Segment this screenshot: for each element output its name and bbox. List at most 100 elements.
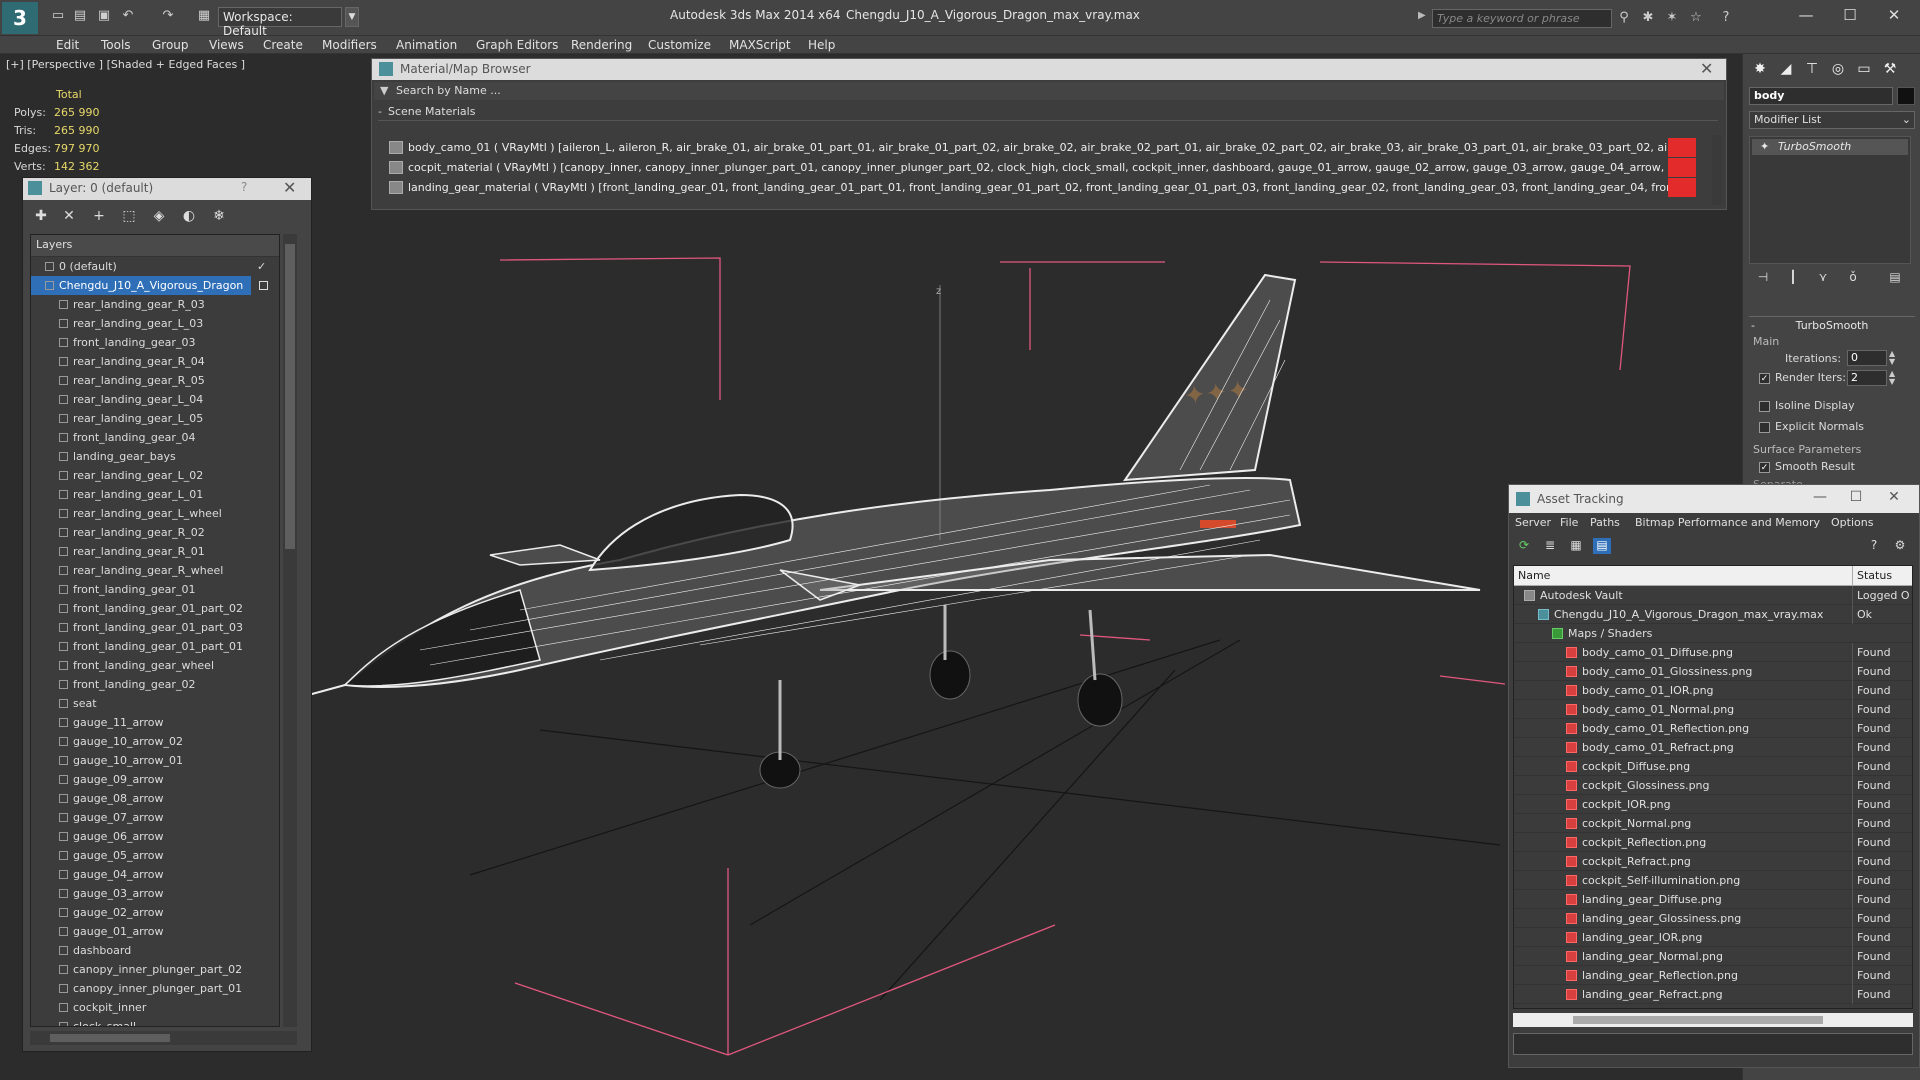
asset-tracking-titlebar[interactable]: Asset Tracking — ☐ ✕	[1509, 485, 1919, 513]
asset-row[interactable]: body_camo_01_Reflection.png Found	[1514, 719, 1912, 738]
asset-path-field[interactable]	[1513, 1033, 1913, 1055]
layer-object-item[interactable]: rear_landing_gear_R_04	[31, 352, 277, 371]
motion-tab-icon[interactable]: ◎	[1827, 58, 1849, 80]
layer-object-item[interactable]: rear_landing_gear_L_05	[31, 409, 277, 428]
new-file-icon[interactable]: ▭	[50, 8, 66, 24]
layer-object-item[interactable]: gauge_03_arrow	[31, 884, 277, 903]
chevron-down-icon[interactable]: ▼	[345, 7, 359, 27]
layer-object-item[interactable]: gauge_05_arrow	[31, 846, 277, 865]
utilities-tab-icon[interactable]: ⚒	[1879, 58, 1901, 80]
layer-object-item[interactable]: landing_gear_bays	[31, 447, 277, 466]
project-folder-icon[interactable]: ▦	[196, 8, 212, 24]
menu-modifiers[interactable]: Modifiers	[322, 36, 377, 54]
layer-object-item[interactable]: front_landing_gear_04	[31, 428, 277, 447]
add-to-layer-icon[interactable]: +	[89, 206, 109, 226]
favorites-star-icon[interactable]: ☆	[1688, 10, 1704, 26]
settings-icon[interactable]: ⚙	[1891, 538, 1909, 554]
layer-panel-titlebar[interactable]: Layer: 0 (default) ? ✕	[23, 178, 311, 200]
list-view-icon[interactable]: ≣	[1541, 538, 1559, 554]
scene-materials-header[interactable]: - Scene Materials	[378, 105, 1718, 121]
modifier-stack-item[interactable]: ✦ TurboSmooth	[1752, 139, 1908, 155]
layer-tree[interactable]: Layers 0 (default) ✓ Chengdu_J10_A_Vigorou…	[30, 234, 280, 1027]
render-iters-checkbox[interactable]: ✓	[1759, 373, 1770, 384]
smooth-result-checkbox[interactable]: ✓	[1759, 462, 1770, 473]
highlight-layer-icon[interactable]: ◈	[149, 206, 169, 226]
hide-all-layers-icon[interactable]: ◐	[179, 206, 199, 226]
freeze-all-layers-icon[interactable]: ❄	[209, 206, 229, 226]
layer-object-item[interactable]: rear_landing_gear_R_wheel	[31, 561, 277, 580]
layer-object-item[interactable]: front_landing_gear_01_part_02	[31, 599, 277, 618]
menu-maxscript[interactable]: MAXScript	[729, 36, 791, 54]
asset-table[interactable]: Name Status Autodesk Vault Logged O Chengd…	[1513, 565, 1913, 1009]
layer-object-item[interactable]: rear_landing_gear_L_02	[31, 466, 277, 485]
layer-object-item[interactable]: rear_landing_gear_R_05	[31, 371, 277, 390]
open-file-icon[interactable]: ▤	[72, 8, 88, 24]
menu-file[interactable]: File	[1560, 516, 1578, 529]
layer-object-item[interactable]: dashboard	[31, 941, 277, 960]
layer-object-item[interactable]: gauge_10_arrow_01	[31, 751, 277, 770]
subscription-icon[interactable]: ✱	[1640, 10, 1656, 26]
asset-row[interactable]: landing_gear_Reflection.png Found	[1514, 966, 1912, 985]
asset-row[interactable]: body_camo_01_Normal.png Found	[1514, 700, 1912, 719]
layer-object-item[interactable]: front_landing_gear_02	[31, 675, 277, 694]
object-color-swatch[interactable]	[1897, 87, 1915, 105]
create-layer-icon[interactable]: ✚	[31, 206, 51, 226]
turbosmooth-rollout-header[interactable]: - TurboSmooth	[1749, 316, 1915, 334]
material-browser-titlebar[interactable]: Material/Map Browser ✕	[372, 59, 1726, 80]
search-input[interactable]: Type a keyword or phrase	[1432, 9, 1612, 28]
spinner-arrows-icon[interactable]: ▲ ▼	[1889, 350, 1895, 366]
layer-object-item[interactable]: front_landing_gear_03	[31, 333, 277, 352]
undo-icon[interactable]: ↶	[120, 8, 136, 24]
render-iters-spinner[interactable]: 2	[1847, 370, 1887, 386]
material-row[interactable]: landing_gear_material ( VRayMtl ) [front…	[386, 178, 1696, 197]
isoline-display-checkbox[interactable]	[1759, 401, 1770, 412]
layer-object-item[interactable]: gauge_09_arrow	[31, 770, 277, 789]
layer-object-item[interactable]: front_landing_gear_01_part_03	[31, 618, 277, 637]
layer-vertical-scrollbar[interactable]	[283, 234, 297, 1027]
layer-object-item[interactable]: gauge_02_arrow	[31, 903, 277, 922]
layer-object-item[interactable]: gauge_06_arrow	[31, 827, 277, 846]
asset-row[interactable]: cockpit_Reflection.png Found	[1514, 833, 1912, 852]
create-tab-icon[interactable]: ✸	[1749, 58, 1771, 80]
layer-object-item[interactable]: canopy_inner_plunger_part_02	[31, 960, 277, 979]
object-name-field[interactable]: body	[1749, 87, 1893, 105]
refresh-icon[interactable]: ⟳	[1515, 538, 1533, 554]
name-column-header[interactable]: Name	[1518, 569, 1550, 582]
workspace-dropdown[interactable]: Workspace: Default	[218, 7, 342, 38]
delete-layer-icon[interactable]: ✕	[59, 206, 79, 226]
asset-horizontal-scrollbar[interactable]	[1513, 1013, 1913, 1027]
iterations-spinner[interactable]: 0	[1847, 350, 1887, 366]
collapse-icon[interactable]: -	[378, 105, 382, 118]
layer-object-item[interactable]: rear_landing_gear_R_02	[31, 523, 277, 542]
material-scrollbar[interactable]	[1712, 135, 1722, 205]
material-row[interactable]: body_camo_01 ( VRayMtl ) [aileron_L, ail…	[386, 138, 1696, 157]
close-icon[interactable]: ✕	[1879, 489, 1909, 509]
menu-paths[interactable]: Paths	[1590, 516, 1620, 529]
remove-modifier-icon[interactable]: ǒ	[1843, 270, 1863, 288]
close-icon[interactable]: ✕	[1874, 4, 1914, 26]
layer-object-item[interactable]: seat	[31, 694, 277, 713]
layer-object-item[interactable]: gauge_08_arrow	[31, 789, 277, 808]
menu-tools[interactable]: Tools	[101, 36, 131, 54]
hierarchy-tab-icon[interactable]: ⊤	[1801, 58, 1823, 80]
menu-help[interactable]: Help	[808, 36, 835, 54]
asset-row[interactable]: landing_gear_Glossiness.png Found	[1514, 909, 1912, 928]
help-icon[interactable]: ?	[1865, 538, 1883, 554]
status-column-header[interactable]: Status	[1852, 566, 1892, 586]
select-objects-icon[interactable]: ⬚	[119, 206, 139, 226]
layer-object-item[interactable]: gauge_07_arrow	[31, 808, 277, 827]
layer-object-item[interactable]: gauge_11_arrow	[31, 713, 277, 732]
pin-stack-icon[interactable]: ⊣	[1753, 270, 1773, 288]
layer-object-item[interactable]: rear_landing_gear_L_04	[31, 390, 277, 409]
asset-row[interactable]: landing_gear_Refract.png Found	[1514, 985, 1912, 1004]
dropdown-triangle-icon[interactable]: ▼	[380, 84, 388, 97]
layer-horizontal-scrollbar[interactable]	[30, 1031, 297, 1045]
asset-row[interactable]: cockpit_Normal.png Found	[1514, 814, 1912, 833]
thumbnail-view-icon[interactable]: ▦	[1567, 538, 1585, 554]
close-icon[interactable]: ✕	[1700, 59, 1713, 78]
layer-object-item[interactable]: canopy_inner_plunger_part_01	[31, 979, 277, 998]
layer-object-item[interactable]: gauge_01_arrow	[31, 922, 277, 941]
search-expand-icon[interactable]: ▶	[1418, 10, 1426, 21]
menu-rendering[interactable]: Rendering	[571, 36, 632, 54]
layer-object-item[interactable]: gauge_04_arrow	[31, 865, 277, 884]
